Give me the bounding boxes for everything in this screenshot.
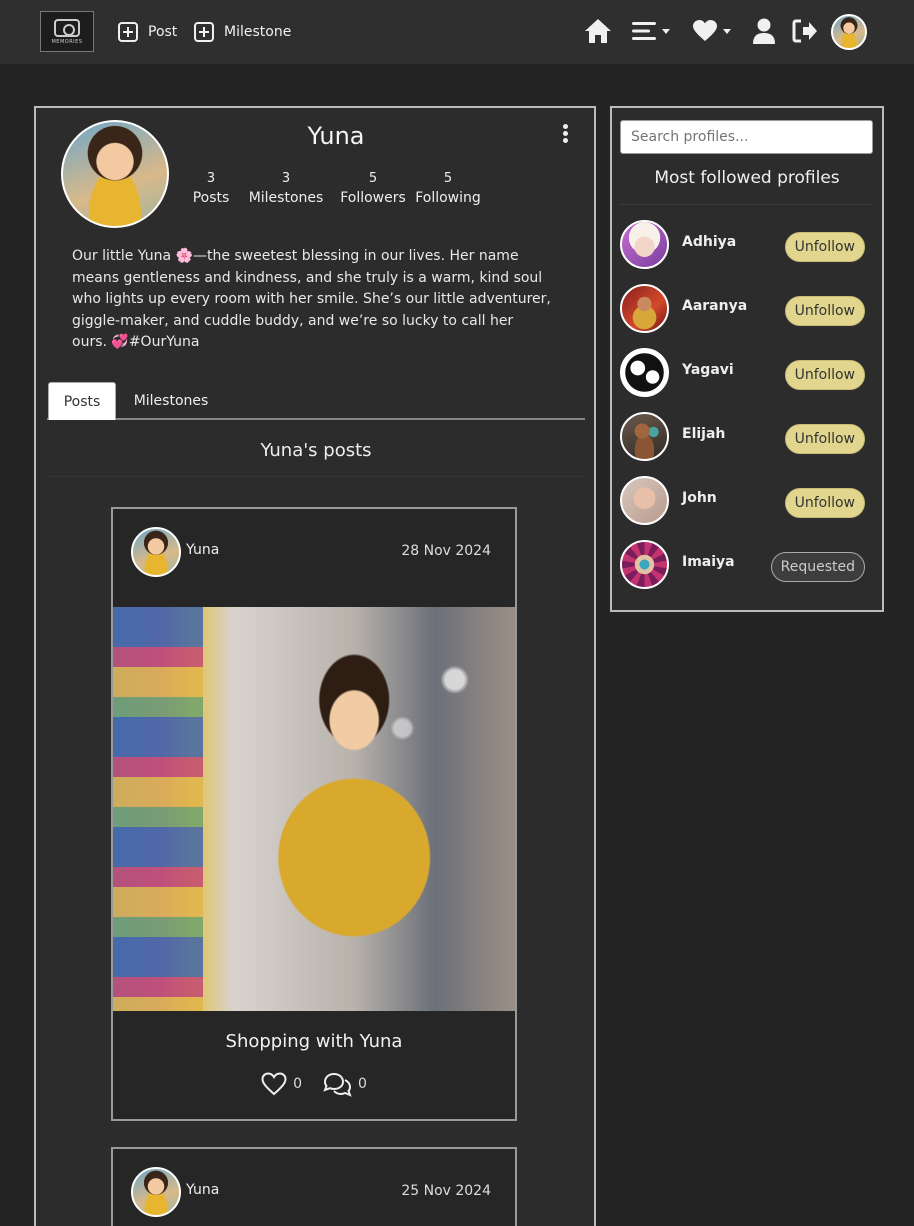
stat-posts-count: 3 bbox=[206, 171, 216, 186]
like-count: 0 bbox=[293, 1076, 302, 1092]
heart-outline-icon bbox=[261, 1072, 287, 1096]
profile-avatar[interactable] bbox=[620, 540, 669, 589]
requested-button[interactable]: Requested bbox=[770, 552, 865, 582]
post-image[interactable] bbox=[113, 607, 515, 1011]
unfollow-button[interactable]: Unfollow bbox=[784, 232, 865, 262]
profile-avatar[interactable] bbox=[620, 220, 669, 269]
profile-name[interactable]: Elijah bbox=[682, 426, 725, 442]
posts-heading: Yuna's posts bbox=[260, 440, 372, 461]
stat-posts-label: Posts bbox=[192, 190, 230, 206]
unfollow-button[interactable]: Unfollow bbox=[784, 296, 865, 326]
unfollow-button[interactable]: Unfollow bbox=[784, 424, 865, 454]
search-profiles-input[interactable] bbox=[620, 120, 873, 154]
profile-tabs: Posts Milestones bbox=[47, 382, 585, 420]
profile-name[interactable]: Yagavi bbox=[682, 362, 734, 378]
camera-icon bbox=[54, 18, 80, 37]
profile-avatar[interactable] bbox=[620, 412, 669, 461]
chevron-down-icon bbox=[662, 28, 670, 34]
list-icon bbox=[632, 22, 656, 40]
like-button[interactable]: 0 bbox=[261, 1072, 302, 1096]
stat-milestones-label: Milestones bbox=[248, 190, 324, 206]
tab-milestones[interactable]: Milestones bbox=[123, 382, 219, 420]
post-author-avatar[interactable] bbox=[131, 527, 181, 577]
new-post-link[interactable]: Post bbox=[118, 20, 177, 44]
list-item: Imaiya Requested bbox=[620, 540, 873, 590]
sidebar-title: Most followed profiles bbox=[654, 168, 840, 188]
comments-icon bbox=[323, 1072, 352, 1097]
stat-followers-label: Followers bbox=[340, 190, 406, 206]
stat-following[interactable]: 5 Following bbox=[410, 171, 486, 206]
comment-button[interactable]: 0 bbox=[322, 1071, 367, 1097]
profile-name[interactable]: Adhiya bbox=[682, 234, 736, 250]
home-icon[interactable] bbox=[584, 16, 612, 46]
list-item: Elijah Unfollow bbox=[620, 412, 873, 462]
profile-name[interactable]: Imaiya bbox=[682, 554, 735, 570]
top-navbar: MEMORIES Post Milestone bbox=[0, 0, 914, 64]
list-item: Adhiya Unfollow bbox=[620, 220, 873, 270]
stat-following-count: 5 bbox=[443, 171, 453, 186]
unfollow-button[interactable]: Unfollow bbox=[784, 488, 865, 518]
stat-following-label: Following bbox=[415, 190, 481, 206]
list-item: Yagavi Unfollow bbox=[620, 348, 873, 398]
profile-avatar[interactable] bbox=[620, 476, 669, 525]
new-post-label: Post bbox=[148, 24, 178, 40]
post-title: Shopping with Yuna bbox=[225, 1031, 403, 1052]
user-avatar[interactable] bbox=[831, 14, 867, 50]
profile-icon[interactable] bbox=[753, 16, 775, 46]
menu-dropdown[interactable] bbox=[632, 16, 670, 46]
stat-milestones-count: 3 bbox=[281, 171, 291, 186]
post-date: 25 Nov 2024 bbox=[401, 1183, 491, 1199]
divider bbox=[620, 204, 873, 205]
logo-text: MEMORIES bbox=[51, 38, 83, 45]
divider bbox=[47, 476, 585, 477]
memories-logo[interactable]: MEMORIES bbox=[40, 11, 94, 52]
post-author-avatar[interactable] bbox=[131, 1167, 181, 1217]
post-card: Yuna 25 Nov 2024 bbox=[111, 1147, 517, 1226]
stat-milestones: 3 Milestones bbox=[243, 171, 329, 206]
stat-followers[interactable]: 5 Followers bbox=[336, 171, 410, 206]
stat-followers-count: 5 bbox=[368, 171, 378, 186]
post-date: 28 Nov 2024 bbox=[401, 543, 491, 559]
comment-count: 0 bbox=[358, 1076, 367, 1092]
image-shelf bbox=[113, 607, 203, 1011]
list-item: Aaranya Unfollow bbox=[620, 284, 873, 334]
profile-avatar[interactable] bbox=[620, 348, 669, 397]
post-author-name[interactable]: Yuna bbox=[186, 1182, 219, 1198]
unfollow-button[interactable]: Unfollow bbox=[784, 360, 865, 390]
post-actions: 0 0 bbox=[113, 1071, 515, 1097]
post-author-name[interactable]: Yuna bbox=[186, 542, 219, 558]
post-card: Yuna 28 Nov 2024 Shopping with Yuna 0 0 bbox=[111, 507, 517, 1121]
profile-avatar bbox=[61, 120, 169, 228]
profile-bio: Our little Yuna 🌸—the sweetest blessing … bbox=[72, 248, 551, 350]
tab-posts[interactable]: Posts bbox=[48, 382, 116, 420]
favorites-dropdown[interactable] bbox=[693, 16, 731, 46]
stat-posts: 3 Posts bbox=[190, 171, 232, 206]
profile-avatar[interactable] bbox=[620, 284, 669, 333]
profile-name[interactable]: Aaranya bbox=[682, 298, 747, 314]
logout-icon[interactable] bbox=[792, 16, 818, 46]
plus-square-icon bbox=[118, 22, 138, 42]
list-item: John Unfollow bbox=[620, 476, 873, 526]
profile-name[interactable]: John bbox=[682, 490, 717, 506]
more-options-icon[interactable] bbox=[561, 124, 569, 144]
new-milestone-link[interactable]: Milestone bbox=[194, 20, 291, 44]
heart-icon bbox=[693, 20, 717, 41]
new-milestone-label: Milestone bbox=[224, 24, 292, 40]
profile-name: Yuna bbox=[307, 122, 365, 150]
chevron-down-icon bbox=[723, 28, 731, 34]
plus-square-icon bbox=[194, 22, 214, 42]
